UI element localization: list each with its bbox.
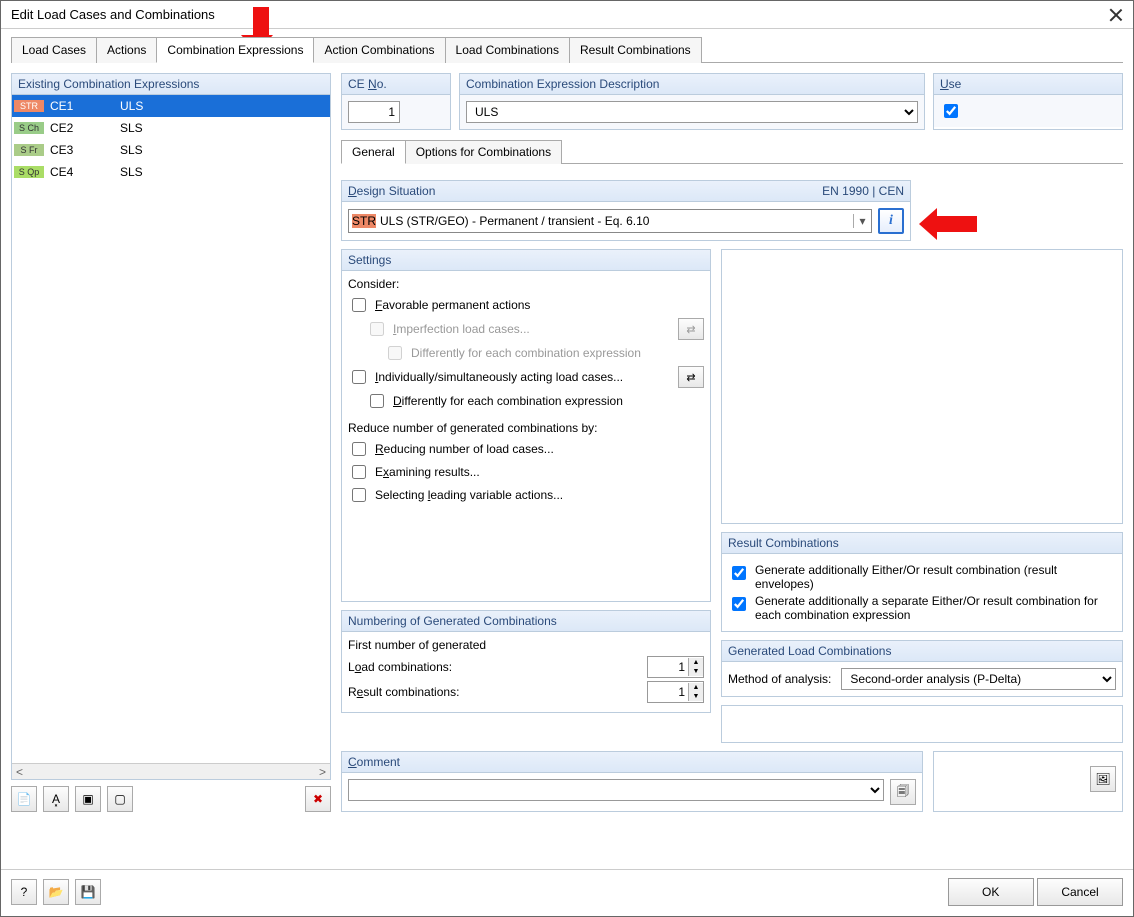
ce-id: CE2 — [46, 121, 116, 135]
ce-badge: STR — [14, 100, 44, 112]
favorable-label: Favorable permanent actions — [375, 298, 530, 312]
favorable-checkbox[interactable] — [352, 298, 366, 312]
gen-either-or-checkbox[interactable] — [732, 566, 746, 580]
check-button[interactable]: ▣ — [75, 786, 101, 812]
tab-combination-expressions[interactable]: Combination Expressions — [156, 37, 314, 63]
ce-desc: SLS — [116, 121, 330, 135]
cancel-button[interactable]: Cancel — [1037, 878, 1123, 906]
ce-desc-select[interactable]: ULS — [466, 101, 918, 123]
result-combos-spinner[interactable]: ▲▼ — [647, 681, 704, 703]
consider-label: Consider: — [348, 277, 704, 291]
info-button[interactable]: i — [878, 208, 904, 234]
selecting-checkbox[interactable] — [352, 488, 366, 502]
delete-button[interactable]: ✖ — [305, 786, 331, 812]
examining-checkbox[interactable] — [352, 465, 366, 479]
image-button[interactable]: 🖼 — [1090, 766, 1116, 792]
subtab-options[interactable]: Options for Combinations — [405, 140, 562, 164]
main-tabs: Load Cases Actions Combination Expressio… — [11, 37, 1123, 63]
tab-action-combinations[interactable]: Action Combinations — [313, 37, 445, 63]
individually-checkbox[interactable] — [352, 370, 366, 384]
ce-no-label: CE No. — [342, 74, 450, 95]
individually-label: Individually/simultaneously acting load … — [375, 370, 623, 384]
comment-select[interactable] — [348, 779, 884, 801]
titlebar: Edit Load Cases and Combinations — [1, 1, 1133, 29]
gen-separate-label: Generate additionally a separate Either/… — [755, 594, 1116, 622]
design-standard-label: EN 1990 | CEN — [822, 184, 904, 198]
settings-title: Settings — [342, 250, 710, 271]
window-title: Edit Load Cases and Combinations — [11, 7, 215, 22]
ds-badge: STR — [352, 214, 376, 228]
tab-actions[interactable]: Actions — [96, 37, 157, 63]
imperfection-edit-button[interactable]: ⇄ — [678, 318, 704, 340]
gen-load-title: Generated Load Combinations — [722, 641, 1122, 662]
result-combos-label: Result combinations: — [348, 685, 459, 699]
ok-button[interactable]: OK — [948, 878, 1034, 906]
new-ce-button[interactable]: 📄 — [11, 786, 37, 812]
list-item[interactable]: S Qp CE4 SLS — [12, 161, 330, 183]
diff2-checkbox[interactable] — [370, 394, 384, 408]
gen-separate-checkbox[interactable] — [732, 597, 746, 611]
design-situation-select[interactable]: STR ULS (STR/GEO) - Permanent / transien… — [348, 209, 872, 233]
ce-id: CE4 — [46, 165, 116, 179]
use-checkbox[interactable] — [944, 104, 958, 118]
close-icon[interactable] — [1109, 8, 1123, 22]
scrollbar-horizontal[interactable]: <> — [12, 763, 330, 779]
result-combos-title: Result Combinations — [722, 533, 1122, 554]
help-button[interactable]: ? — [11, 879, 37, 905]
use-label: Use — [934, 74, 1122, 95]
ce-id: CE1 — [46, 99, 116, 113]
ce-desc: SLS — [116, 143, 330, 157]
ce-no-input[interactable] — [348, 101, 400, 123]
existing-ce-title: Existing Combination Expressions — [12, 74, 330, 95]
existing-ce-panel: Existing Combination Expressions STR CE1… — [11, 73, 331, 780]
comment-edit-button[interactable]: 🗐 — [890, 779, 916, 805]
subtab-general[interactable]: General — [341, 140, 406, 164]
reduce-label: Reduce number of generated combinations … — [348, 421, 704, 435]
tab-result-combinations[interactable]: Result Combinations — [569, 37, 702, 63]
first-number-label: First number of generated — [348, 638, 704, 652]
spare-panel — [722, 706, 1122, 742]
numbering-title: Numbering of Generated Combinations — [342, 611, 710, 632]
preview-panel — [722, 250, 1122, 523]
rename-button[interactable]: A͓ — [43, 786, 69, 812]
gen-either-or-label: Generate additionally Either/Or result c… — [755, 563, 1116, 591]
uncheck-button[interactable]: ▢ — [107, 786, 133, 812]
diff1-label: Differently for each combination express… — [411, 346, 641, 360]
tab-load-cases[interactable]: Load Cases — [11, 37, 97, 63]
tab-load-combinations[interactable]: Load Combinations — [445, 37, 570, 63]
reducing-label: Reducing number of load cases... — [375, 442, 554, 456]
list-item[interactable]: S Fr CE3 SLS — [12, 139, 330, 161]
method-label: Method of analysis: — [728, 672, 831, 686]
ds-text: ULS (STR/GEO) - Permanent / transient - … — [376, 214, 853, 228]
ce-list[interactable]: STR CE1 ULS S Ch CE2 SLS S Fr CE3 SLS S … — [12, 95, 330, 763]
comment-title: Comment — [342, 752, 922, 773]
imperfection-checkbox — [370, 322, 384, 336]
ce-desc: ULS — [116, 99, 330, 113]
subtabs: General Options for Combinations — [341, 140, 1123, 164]
list-item[interactable]: STR CE1 ULS — [12, 95, 330, 117]
ce-toolbar: 📄 A͓ ▣ ▢ ✖ — [11, 786, 331, 812]
ce-id: CE3 — [46, 143, 116, 157]
diff2-label: Differently for each combination express… — [393, 394, 623, 408]
ce-desc: SLS — [116, 165, 330, 179]
imperfection-label: Imperfection load cases... — [393, 322, 530, 336]
load-combos-label: Load combinations: — [348, 660, 452, 674]
ce-badge: S Fr — [14, 144, 44, 156]
reducing-checkbox[interactable] — [352, 442, 366, 456]
selecting-label: Selecting leading variable actions... — [375, 488, 563, 502]
individually-edit-button[interactable]: ⇄ — [678, 366, 704, 388]
chevron-down-icon: ▾ — [853, 214, 871, 228]
dialog-footer: ? 📂 💾 OK Cancel — [1, 869, 1133, 916]
diff1-checkbox — [388, 346, 402, 360]
examining-label: Examining results... — [375, 465, 480, 479]
save-button[interactable]: 💾 — [75, 879, 101, 905]
ce-badge: S Qp — [14, 166, 44, 178]
open-button[interactable]: 📂 — [43, 879, 69, 905]
ce-badge: S Ch — [14, 122, 44, 134]
method-select[interactable]: Second-order analysis (P-Delta) — [841, 668, 1116, 690]
design-situation-title: Design Situation EN 1990 | CEN — [342, 181, 910, 202]
ce-desc-label: Combination Expression Description — [460, 74, 924, 95]
list-item[interactable]: S Ch CE2 SLS — [12, 117, 330, 139]
load-combos-spinner[interactable]: ▲▼ — [647, 656, 704, 678]
